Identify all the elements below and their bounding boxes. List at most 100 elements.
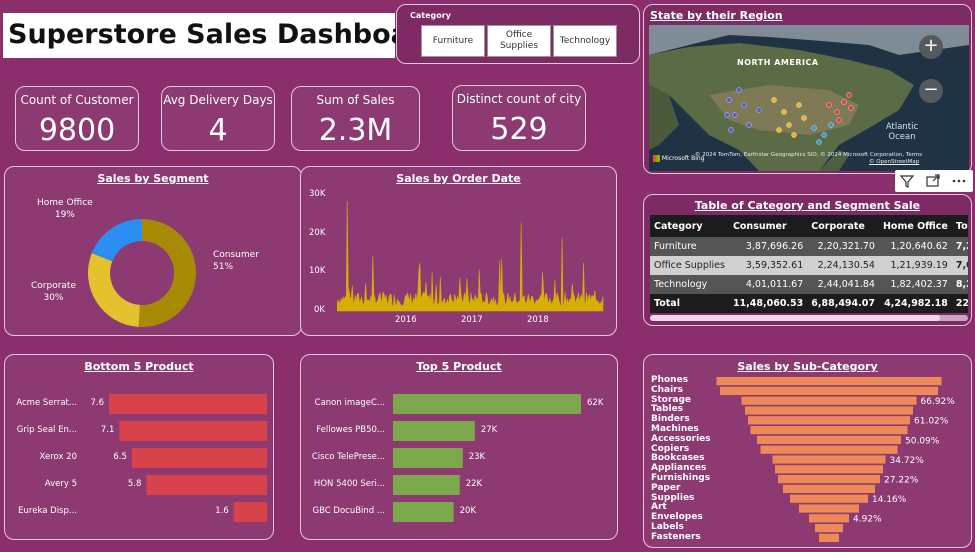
kpi-value: 529 — [490, 112, 548, 147]
table-scrollbar[interactable] — [650, 315, 968, 321]
category-table: Category Consumer Corporate Home Office … — [650, 215, 968, 313]
funnel-bar[interactable] — [760, 445, 898, 454]
kpi-value: 9800 — [38, 113, 116, 148]
funnel-pct-label: 27.22% — [884, 476, 919, 486]
bar-value-label: 22K — [466, 479, 483, 489]
funnel-pct-label: 66.92% — [921, 397, 956, 407]
order-date-chart-card: Sales by Order Date 30K 20K 10K 0K 2016 … — [300, 166, 617, 336]
table-cell: Technology — [654, 279, 708, 290]
funnel-bar[interactable] — [757, 435, 901, 444]
table-header[interactable]: Home Office — [879, 215, 952, 237]
kpi-label: Avg Delivery Days — [163, 93, 273, 107]
donut-slice-consumer[interactable] — [138, 219, 197, 327]
zoom-in-button[interactable]: + — [919, 35, 943, 59]
funnel-bar[interactable] — [772, 455, 886, 464]
bar-value-label: 62K — [587, 398, 604, 408]
bar[interactable] — [393, 394, 581, 414]
table-cell: 1,21,939.19 — [890, 260, 948, 271]
kpi-label: Count of Customer — [20, 93, 134, 107]
top5-bars[interactable]: Canon imageC... 62K Fellowes PB50... 27K Cis… — [301, 355, 619, 541]
table-cell: 11,48,060.53 — [732, 298, 804, 309]
bar-label: Acme Serrat... — [16, 398, 77, 408]
bar-label: Eureka Disp... — [18, 506, 77, 516]
bar-label: Avery 5 — [45, 479, 77, 489]
bar[interactable] — [109, 394, 267, 414]
bar[interactable] — [393, 421, 475, 441]
slicer-technology[interactable]: Technology — [553, 25, 617, 57]
bar-value-label: 23K — [469, 452, 486, 462]
donut-slice-home-office[interactable] — [91, 219, 142, 262]
more-options-icon[interactable] — [951, 173, 967, 189]
funnel-bar[interactable] — [745, 406, 913, 415]
bar[interactable] — [393, 502, 454, 522]
bar-value-label: 6.5 — [113, 452, 127, 462]
funnel-bar[interactable] — [819, 533, 839, 542]
order-date-line[interactable] — [337, 193, 607, 313]
table-row[interactable]: Furniture 3,87,696.26 2,20,321.70 1,20,6… — [650, 237, 968, 256]
kpi-distinct-city: Distinct count of city 529 — [452, 85, 586, 151]
table-cell: Office Supplies — [654, 260, 725, 271]
table-cell: 2,44,041.84 — [817, 279, 875, 290]
table-cell: Total — [654, 298, 680, 309]
slicer-title: Category — [410, 11, 451, 20]
funnel-bar[interactable] — [748, 416, 910, 425]
table-row[interactable]: Office Supplies 3,59,352.61 2,24,130.54 … — [650, 256, 968, 275]
table-scrollbar-thumb[interactable] — [650, 315, 940, 321]
table-cell: 4,24,982.18 — [884, 298, 948, 309]
funnel-bar[interactable] — [790, 494, 868, 503]
table-row[interactable]: Technology 4,01,011.67 2,44,041.84 1,82,… — [650, 275, 968, 294]
funnel-pct-label: 4.92% — [853, 515, 882, 525]
visual-header-toolbar — [895, 170, 973, 192]
focus-mode-icon[interactable] — [925, 173, 941, 189]
kpi-avg-delivery: Avg Delivery Days 4 — [161, 86, 275, 151]
bar[interactable] — [146, 475, 267, 495]
funnel-bar[interactable] — [778, 475, 880, 484]
funnel-bar[interactable] — [741, 396, 917, 405]
slicer-office-supplies[interactable]: Office Supplies — [487, 25, 551, 57]
funnel-bar[interactable] — [716, 377, 942, 386]
filter-icon[interactable] — [899, 173, 915, 189]
map-osm[interactable]: © OpenStreetMap — [869, 159, 919, 165]
bar-value-label: 7.6 — [90, 398, 104, 408]
top5-card: Top 5 Product Canon imageC... 62K Fellowes… — [300, 354, 618, 540]
subcategory-funnel[interactable]: 66.92% 61.02% 50.09% 34.72% 27.22% 14.16% 4.92… — [644, 355, 973, 549]
bar[interactable] — [233, 502, 267, 522]
table-header[interactable]: Consumer — [729, 215, 807, 237]
funnel-pct-label: 50.09% — [905, 436, 940, 446]
map-state-points — [724, 87, 854, 145]
slicer-furniture[interactable]: Furniture — [421, 25, 485, 57]
segment-label-corporate: Corporate 30% — [31, 280, 76, 304]
table-header[interactable]: Corporate — [807, 215, 879, 237]
kpi-count-customer: Count of Customer 9800 — [15, 86, 139, 151]
table-cell: 7,05,42 — [955, 260, 968, 271]
bar[interactable] — [131, 448, 267, 468]
table-header[interactable]: Category — [650, 215, 729, 237]
table-cell: 6,88,494.07 — [811, 298, 875, 309]
map-continent-label: NORTH AMERICA — [737, 58, 819, 67]
kpi-value: 4 — [208, 113, 228, 148]
funnel-bar[interactable] — [775, 465, 883, 474]
y-tick: 20K — [309, 228, 326, 238]
bar[interactable] — [393, 475, 460, 495]
map-view[interactable]: NORTH AMERICA Atlantic Ocean + − Microso… — [649, 25, 969, 171]
funnel-bar[interactable] — [783, 484, 875, 493]
x-tick: 2016 — [395, 315, 417, 325]
segment-name: Home Office — [37, 198, 93, 208]
table-header[interactable]: Total — [952, 215, 968, 237]
table-cell: 7,28,65 — [955, 241, 968, 252]
bar[interactable] — [393, 448, 463, 468]
zoom-out-button[interactable]: − — [919, 79, 943, 103]
donut-slice-corporate[interactable] — [87, 253, 140, 327]
bar[interactable] — [119, 421, 267, 441]
table-cell: 3,87,696.26 — [745, 241, 804, 252]
funnel-bar[interactable] — [809, 514, 849, 523]
funnel-bar[interactable] — [815, 524, 843, 533]
segment-name: Corporate — [31, 281, 76, 291]
funnel-bar[interactable] — [720, 386, 938, 395]
bottom5-bars[interactable]: Acme Serrat... 7.6 Grip Seal En... 7.1 Xerox… — [5, 355, 275, 541]
segment-label-home-office: Home Office 19% — [37, 197, 93, 221]
segment-label-consumer: Consumer 51% — [213, 249, 259, 273]
map-card: State by their Region NORTH AMERICA Atla… — [643, 4, 972, 174]
funnel-bar[interactable] — [750, 426, 908, 435]
funnel-bar[interactable] — [799, 504, 859, 513]
